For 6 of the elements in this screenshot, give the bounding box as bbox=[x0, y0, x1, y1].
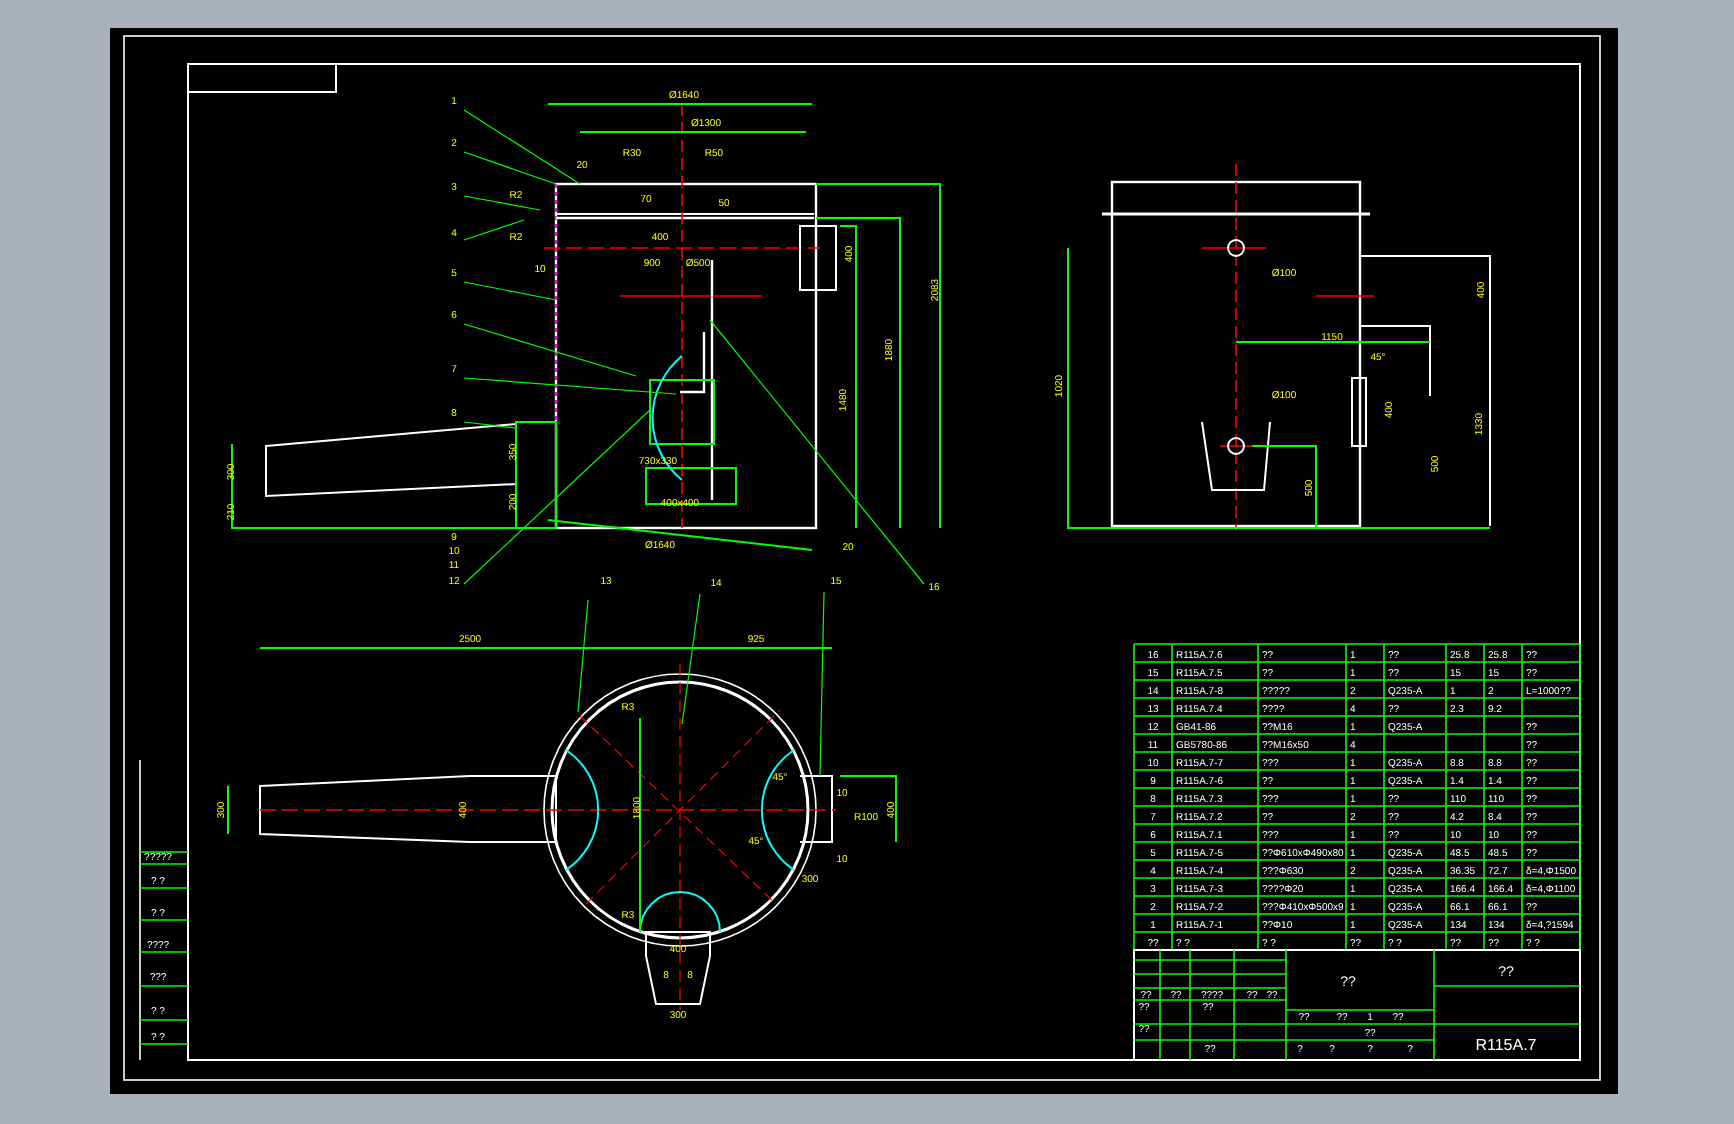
leader-line bbox=[463, 281, 557, 301]
drawing-number: R115A.7 bbox=[1475, 1036, 1537, 1054]
leader-line bbox=[577, 599, 589, 713]
leader-line bbox=[463, 219, 525, 241]
leader-line bbox=[463, 195, 541, 211]
leader-line bbox=[681, 593, 701, 725]
